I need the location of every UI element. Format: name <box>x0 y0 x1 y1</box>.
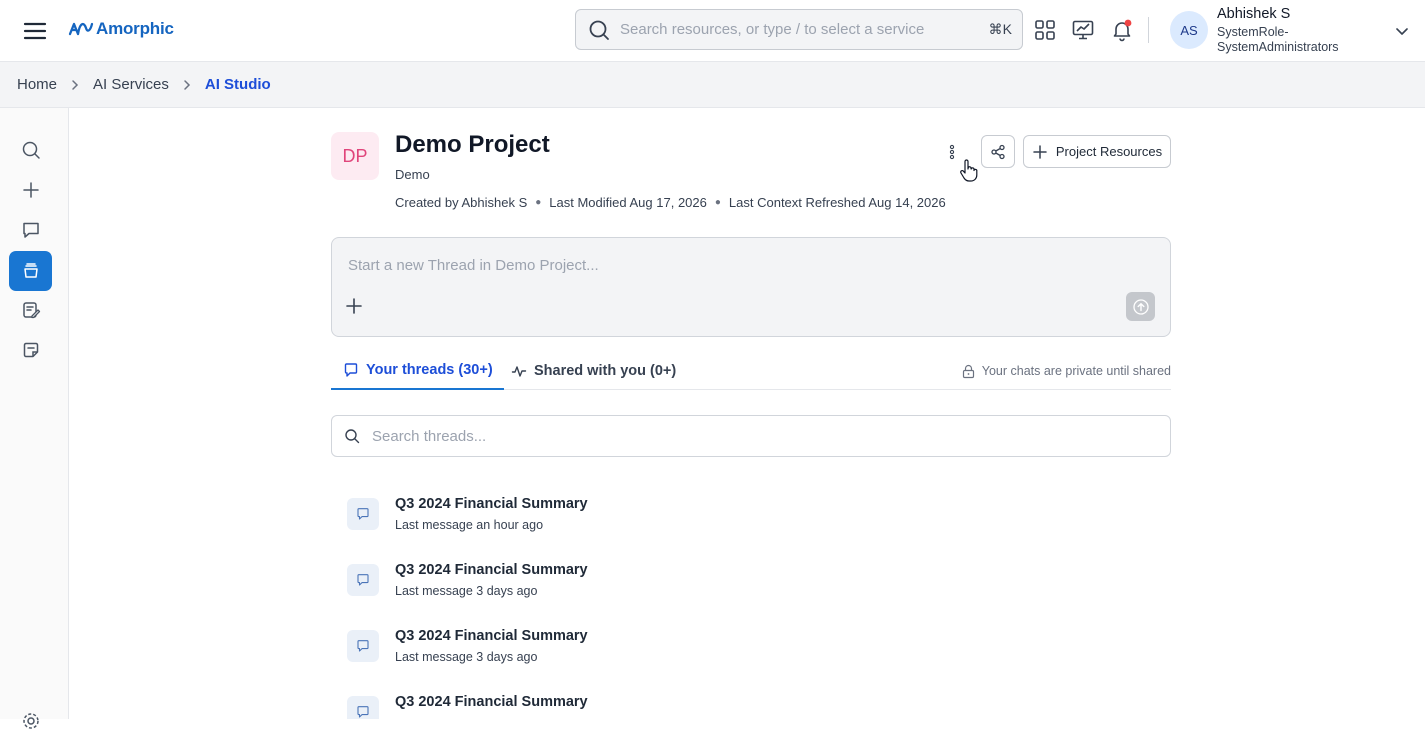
share-button[interactable] <box>981 135 1015 168</box>
search-icon <box>22 141 40 159</box>
thread-last-message: Last message an hour ago <box>395 518 544 532</box>
chevron-down-icon[interactable] <box>1394 23 1410 39</box>
privacy-note: Your chats are private until shared <box>961 352 1171 390</box>
edit-note-icon <box>22 302 40 319</box>
global-search-input[interactable]: Search resources, or type / to select a … <box>575 9 1023 50</box>
global-search-placeholder: Search resources, or type / to select a … <box>620 21 925 38</box>
sidebar-item-notes[interactable] <box>9 330 52 370</box>
menu-icon[interactable] <box>22 19 48 43</box>
thread-tabs: Your threads (30+) Shared with you (0+) … <box>331 352 1171 390</box>
logo-text: Amorphic <box>96 19 174 38</box>
tab-shared-label: Shared with you (0+) <box>534 363 677 379</box>
kebab-menu-icon <box>949 144 955 160</box>
separator-dot: ● <box>714 197 721 208</box>
plus-icon <box>1033 144 1047 159</box>
search-icon <box>345 429 360 444</box>
breadcrumb-ai-studio: AI Studio <box>204 76 271 93</box>
hand-pointer-icon <box>959 159 979 183</box>
thread-title: Q3 2024 Financial Summary <box>395 562 588 578</box>
chat-bubble-icon <box>22 222 39 238</box>
thread-title: Q3 2024 Financial Summary <box>395 628 588 644</box>
thread-last-message: Last message 3 days ago <box>395 584 538 598</box>
sidebar-item-projects[interactable] <box>9 251 52 291</box>
breadcrumb-ai-services[interactable]: AI Services <box>93 76 169 93</box>
stack-icon <box>23 263 38 278</box>
chat-bubble-icon <box>347 696 379 719</box>
notification-bell-icon[interactable] <box>1110 18 1134 42</box>
thread-title: Q3 2024 Financial Summary <box>395 694 588 710</box>
monitor-chart-icon[interactable] <box>1071 18 1095 42</box>
send-button[interactable] <box>1126 292 1155 321</box>
logo-mark-icon <box>68 22 94 36</box>
thread-title: Q3 2024 Financial Summary <box>395 496 588 512</box>
activity-icon <box>511 366 527 377</box>
attach-plus-icon[interactable] <box>345 297 363 315</box>
list-item[interactable]: Q3 2024 Financial Summary Last message 3… <box>331 628 1171 684</box>
lock-icon <box>962 364 974 378</box>
tab-your-threads[interactable]: Your threads (30+) <box>331 352 504 390</box>
chat-bubble-icon <box>347 498 379 530</box>
sidebar-item-prompts[interactable] <box>9 290 52 330</box>
user-role: SystemRole-SystemAdministrators <box>1217 25 1339 54</box>
gear-icon <box>22 713 39 729</box>
breadcrumb-home[interactable]: Home <box>17 76 57 93</box>
page-title: Demo Project <box>395 131 550 158</box>
search-icon <box>589 20 609 40</box>
last-modified: Last Modified Aug 17, 2026 <box>549 195 707 210</box>
sidebar-item-chats[interactable] <box>9 210 52 250</box>
project-avatar: DP <box>331 132 379 180</box>
user-name: Abhishek S <box>1217 6 1291 22</box>
chevron-right-icon <box>69 79 81 91</box>
list-item[interactable]: Q3 2024 Financial Summary Last message a… <box>331 496 1171 552</box>
chevron-right-icon <box>181 79 193 91</box>
privacy-note-text: Your chats are private until shared <box>981 364 1171 378</box>
sidebar-item-new[interactable] <box>9 170 52 210</box>
toolbar-divider <box>1148 17 1149 43</box>
sticky-note-icon <box>23 342 38 358</box>
list-item[interactable]: Q3 2024 Financial Summary <box>331 694 1171 719</box>
project-subtitle: Demo <box>395 167 430 182</box>
apps-grid-icon[interactable] <box>1033 18 1057 42</box>
created-by: Created by Abhishek S <box>395 195 528 210</box>
thread-search-input[interactable]: Search threads... <box>331 415 1171 457</box>
project-resources-label: Project Resources <box>1055 144 1163 159</box>
thread-composer[interactable]: Start a new Thread in Demo Project... <box>331 237 1171 337</box>
tab-your-threads-label: Your threads (30+) <box>366 362 493 378</box>
composer-placeholder: Start a new Thread in Demo Project... <box>348 257 599 274</box>
separator-dot: ● <box>535 197 542 208</box>
breadcrumb: Home AI Services AI Studio <box>0 62 1425 108</box>
project-resources-button[interactable]: Project Resources <box>1023 135 1171 168</box>
last-context-refreshed: Last Context Refreshed Aug 14, 2026 <box>728 195 946 210</box>
project-meta: Created by Abhishek S ● Last Modified Au… <box>395 195 946 210</box>
sidebar-item-search[interactable] <box>9 130 52 170</box>
thread-search-placeholder: Search threads... <box>372 427 487 445</box>
chat-bubble-icon <box>344 363 358 377</box>
user-avatar[interactable]: AS <box>1170 11 1208 49</box>
search-shortcut: ⌘K <box>988 21 1012 37</box>
share-icon <box>991 144 1005 159</box>
thread-last-message: Last message 3 days ago <box>395 650 538 664</box>
app-logo[interactable]: Amorphic <box>68 16 174 42</box>
sidebar-item-settings[interactable] <box>9 701 52 741</box>
arrow-up-icon <box>1132 298 1149 315</box>
sidebar <box>0 108 69 729</box>
chat-bubble-icon <box>347 630 379 662</box>
plus-icon <box>22 182 39 198</box>
tab-shared-with-you[interactable]: Shared with you (0+) <box>511 352 676 390</box>
chat-bubble-icon <box>347 564 379 596</box>
list-item[interactable]: Q3 2024 Financial Summary Last message 3… <box>331 562 1171 618</box>
top-bar: Amorphic Search resources, or type / to … <box>0 0 1425 62</box>
